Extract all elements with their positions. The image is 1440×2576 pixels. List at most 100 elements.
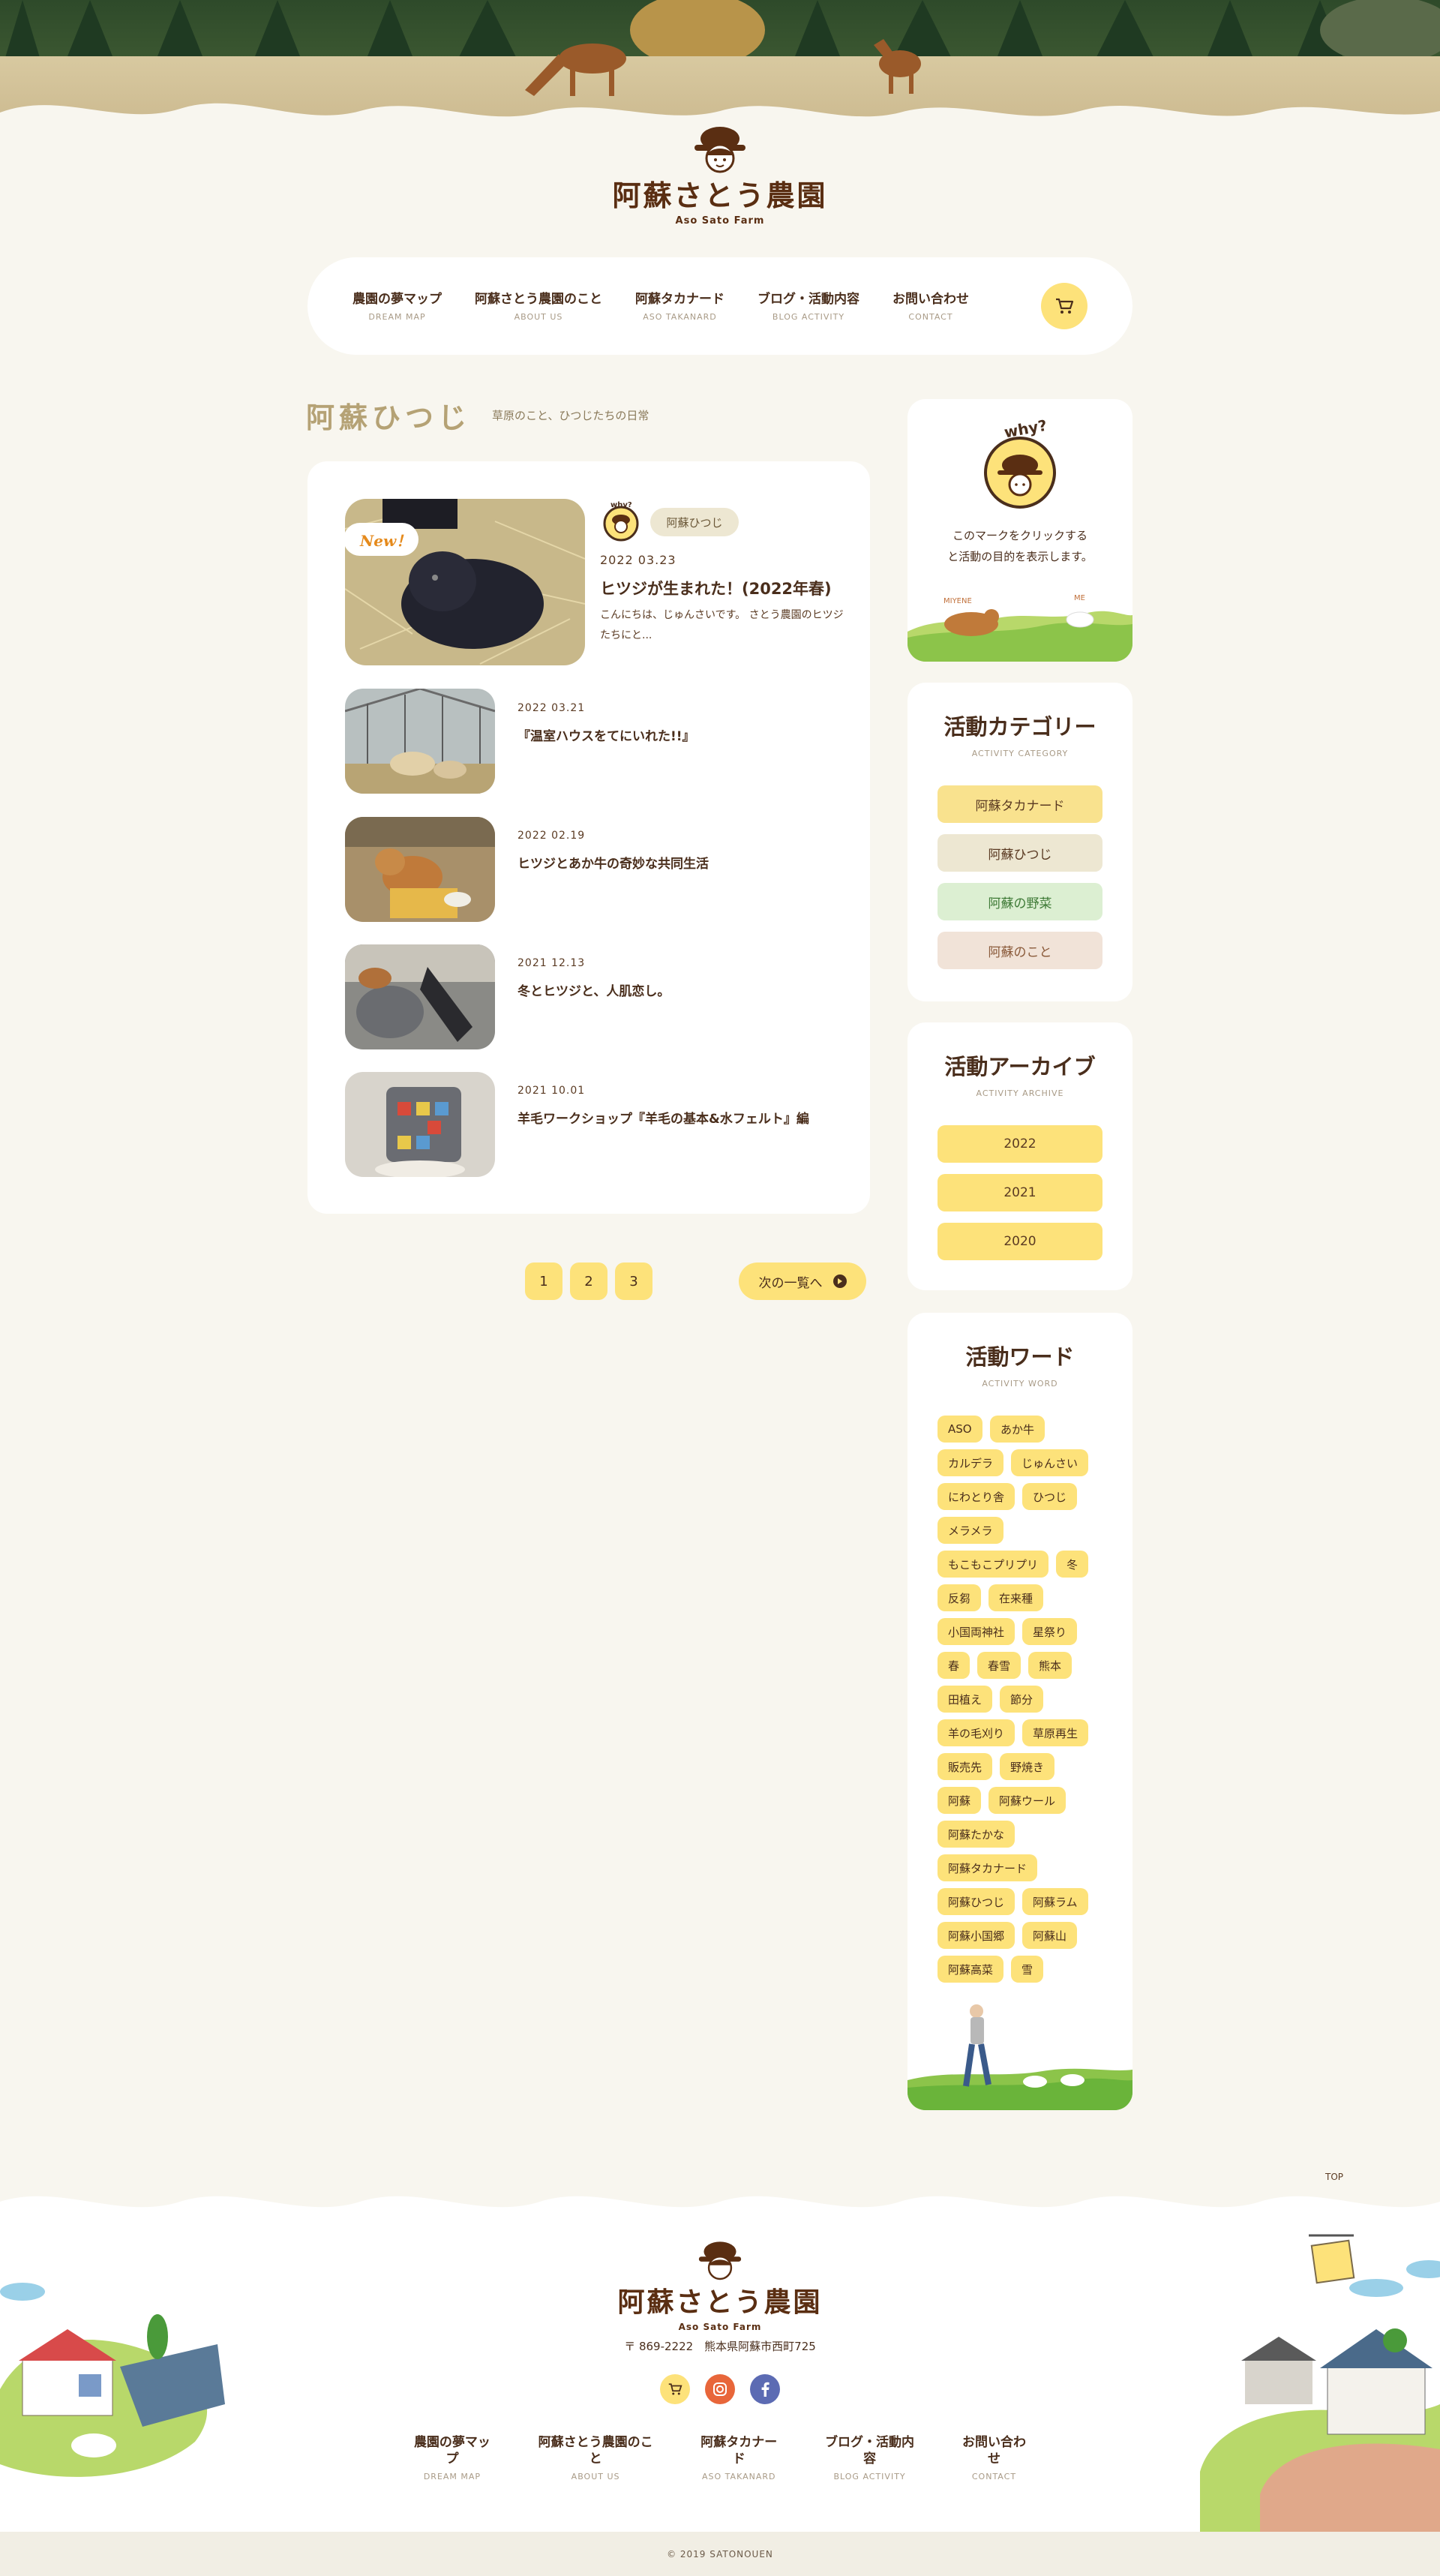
nav-sublabel: DREAM MAP xyxy=(368,311,426,322)
word-tag[interactable]: 阿蘇ウール xyxy=(988,1787,1066,1814)
footer-cart-button[interactable] xyxy=(660,2374,690,2404)
nav-item-about-us[interactable]: 阿蘇さとう農園のこと ABOUT US xyxy=(475,291,602,322)
word-subtitle: ACTIVITY WORD xyxy=(982,1379,1058,1389)
category-card: 活動カテゴリー ACTIVITY CATEGORY 阿蘇タカナード 阿蘇ひつじ … xyxy=(908,683,1132,1001)
category-item-takanard[interactable]: 阿蘇タカナード xyxy=(938,785,1102,823)
cart-button[interactable] xyxy=(1041,283,1088,329)
word-tag[interactable]: 春 xyxy=(938,1652,970,1679)
footer-nav-item-dream-map[interactable]: 農園の夢マップ DREAM MAP xyxy=(408,2434,496,2481)
archive-title: 活動アーカイブ xyxy=(944,1054,1096,1079)
instagram-button[interactable] xyxy=(705,2374,735,2404)
post-title[interactable]: 『温室ハウスをてにいれた!!』 xyxy=(518,725,695,744)
next-page-button[interactable]: 次の一覧へ xyxy=(739,1262,866,1300)
word-tag[interactable]: 反芻 xyxy=(938,1584,982,1611)
page-button-2[interactable]: 2 xyxy=(570,1262,608,1300)
nav-label: 阿蘇さとう農園のこと xyxy=(538,2435,653,2466)
featured-category-pill[interactable]: 阿蘇ひつじ xyxy=(650,508,739,536)
word-tag-list: ASO あか牛カルデラ じゅんさいにわとり舎 ひつじ メラメラもこもこプリプリ冬反芻 在来… xyxy=(938,1416,1118,2016)
instagram-icon xyxy=(713,2382,727,2396)
footer-nav-item-contact[interactable]: お問い合わせ CONTACT xyxy=(956,2434,1032,2481)
nav-label: 農園の夢マップ xyxy=(352,291,442,307)
word-card: 活動ワード ACTIVITY WORD ASO あか牛 カルデラ じゅんさい にわとり舎… xyxy=(908,1313,1132,2110)
nav-item-dream-map[interactable]: 農園の夢マップ DREAM MAP xyxy=(352,291,442,322)
post-thumbnail[interactable] xyxy=(345,689,495,794)
word-tag[interactable]: ひつじ xyxy=(1022,1483,1078,1510)
word-tag[interactable]: 冬 xyxy=(1056,1551,1089,1578)
word-tag[interactable]: あか牛 xyxy=(990,1416,1046,1443)
featured-post-title[interactable]: ヒツジが生まれた！(2022年春) xyxy=(600,577,832,599)
footer-nav-item-aso-takanard[interactable]: 阿蘇タカナード ASO TAKANARD xyxy=(694,2434,783,2481)
cart-icon xyxy=(668,2383,682,2395)
footer-logo[interactable]: 阿蘇さとう農園 Aso Sato Farm xyxy=(608,2239,832,2332)
word-tag[interactable]: 小国両神社 xyxy=(938,1618,1016,1645)
footer-nav-item-about-us[interactable]: 阿蘇さとう農園のこと ABOUT US xyxy=(532,2434,658,2481)
footer-address: 〒 869-2222 熊本県阿蘇市西町725 xyxy=(624,2340,816,2353)
word-tag[interactable]: 阿蘇山 xyxy=(1022,1922,1078,1949)
word-tag[interactable]: 節分 xyxy=(1000,1686,1044,1713)
word-tag[interactable]: 販売先 xyxy=(938,1753,993,1780)
farmer-logo-icon xyxy=(698,2241,742,2280)
word-tag[interactable]: もこもこプリプリ xyxy=(938,1551,1049,1578)
back-to-top-link[interactable]: TOP xyxy=(1304,2172,1364,2182)
word-tag[interactable]: 阿蘇タカナード xyxy=(938,1854,1038,1881)
word-tag[interactable]: 阿蘇 xyxy=(938,1787,982,1814)
word-tag[interactable]: 野焼き xyxy=(1000,1753,1055,1780)
word-tag[interactable]: 羊の毛刈り xyxy=(938,1719,1016,1746)
post-title[interactable]: ヒツジとあか牛の奇妙な共同生活 xyxy=(518,853,709,872)
farmer-logo-icon xyxy=(694,127,746,173)
why-badge-icon[interactable]: why? xyxy=(984,416,1056,509)
page-button-3[interactable]: 3 xyxy=(615,1262,652,1300)
word-tag[interactable]: 熊本 xyxy=(1028,1652,1072,1679)
word-tag[interactable]: 雪 xyxy=(1011,1956,1044,1983)
why-mark-button[interactable]: why? xyxy=(600,500,642,545)
why-label: why? xyxy=(610,501,632,509)
post-title[interactable]: 羊毛ワークショップ『羊毛の基本&水フェルト』編 xyxy=(518,1108,809,1127)
nav-item-aso-takanard[interactable]: 阿蘇タカナード ASO TAKANARD xyxy=(635,291,724,322)
word-tag[interactable]: 阿蘇高菜 xyxy=(938,1956,1004,1983)
nav-label: 阿蘇タカナード xyxy=(700,2435,778,2466)
footer-nav-item-blog-activity[interactable]: ブログ・活動内容 BLOG ACTIVITY xyxy=(819,2434,920,2481)
post-thumbnail[interactable] xyxy=(345,1072,495,1177)
category-item-hitsuji[interactable]: 阿蘇ひつじ xyxy=(938,834,1102,872)
category-item-yasai[interactable]: 阿蘇の野菜 xyxy=(938,883,1102,920)
word-tag[interactable]: 草原再生 xyxy=(1022,1719,1089,1746)
word-tag[interactable]: メラメラ xyxy=(938,1517,1004,1544)
nav-item-blog-activity[interactable]: ブログ・活動内容 BLOG ACTIVITY xyxy=(758,291,860,322)
footer-logo-subtitle: Aso Sato Farm xyxy=(678,2322,762,2332)
category-title: 活動カテゴリー xyxy=(944,714,1096,740)
post-thumbnail[interactable] xyxy=(345,944,495,1049)
post-title[interactable]: 冬とヒツジと、人肌恋し。 xyxy=(518,980,670,999)
word-tag[interactable]: 阿蘇小国郷 xyxy=(938,1922,1016,1949)
word-tag[interactable]: 阿蘇たかな xyxy=(938,1821,1016,1848)
archive-item-2022[interactable]: 2022 xyxy=(938,1125,1102,1163)
word-tag[interactable]: 在来種 xyxy=(988,1584,1044,1611)
facebook-icon xyxy=(761,2382,770,2397)
nav-sublabel: ABOUT US xyxy=(571,2472,620,2481)
word-tag[interactable]: 阿蘇ラム xyxy=(1022,1888,1088,1915)
nav-item-contact[interactable]: お問い合わせ CONTACT xyxy=(892,291,969,322)
word-tag[interactable]: 春雪 xyxy=(977,1652,1022,1679)
post-date: 2022 02.19 xyxy=(518,830,586,842)
post-thumbnail[interactable] xyxy=(345,817,495,922)
word-tag[interactable]: 阿蘇ひつじ xyxy=(938,1888,1016,1915)
why-icon: why? xyxy=(603,501,639,542)
new-badge: New！ xyxy=(344,523,418,556)
site-logo[interactable]: 阿蘇さとう農園 Aso Sato Farm xyxy=(608,124,832,236)
word-tag[interactable]: ASO xyxy=(938,1416,982,1443)
nav-sublabel: BLOG ACTIVITY xyxy=(833,2472,906,2481)
cart-icon xyxy=(1056,298,1074,314)
archive-item-2020[interactable]: 2020 xyxy=(938,1223,1102,1260)
facebook-button[interactable] xyxy=(750,2374,780,2404)
word-tag[interactable]: じゅんさい xyxy=(1011,1449,1089,1476)
word-tag[interactable]: 田植え xyxy=(938,1686,993,1713)
word-tag[interactable]: にわとり舎 xyxy=(938,1483,1016,1510)
post-date: 2021 10.01 xyxy=(518,1085,586,1097)
page-button-1[interactable]: 1 xyxy=(525,1262,562,1300)
why-description: このマークをクリックする と活動の目的を表示します。 xyxy=(908,525,1132,567)
nav-label: ブログ・活動内容 xyxy=(825,2435,915,2466)
word-tag[interactable]: 星祭り xyxy=(1022,1618,1078,1645)
archive-item-2021[interactable]: 2021 xyxy=(938,1174,1102,1211)
category-item-koto[interactable]: 阿蘇のこと xyxy=(938,932,1102,969)
word-tag[interactable]: カルデラ xyxy=(938,1449,1004,1476)
social-links xyxy=(660,2374,780,2404)
